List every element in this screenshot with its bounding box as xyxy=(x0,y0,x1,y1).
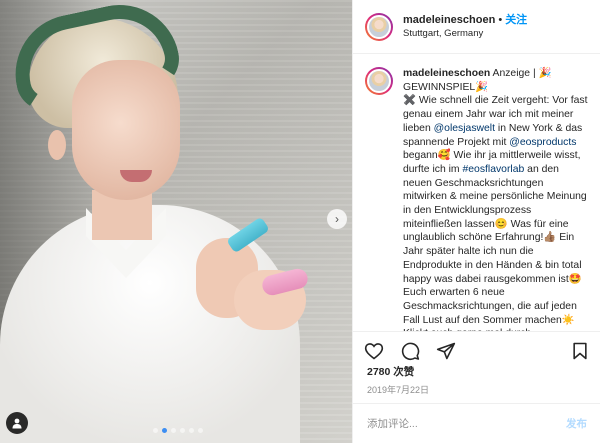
slide-dot xyxy=(153,428,158,433)
user-tag-button[interactable] xyxy=(6,412,28,434)
location-link[interactable]: Stuttgart, Germany xyxy=(403,27,527,41)
header-text: madeleineschoen • 关注 Stuttgart, Germany xyxy=(403,12,527,41)
slide-dot xyxy=(162,428,167,433)
comment-button[interactable] xyxy=(399,340,421,362)
mention-link[interactable]: @eosproducts xyxy=(509,137,576,148)
like-count[interactable]: 2780 次赞 xyxy=(367,364,414,379)
comment-icon xyxy=(401,342,420,360)
comment-bar: 发布 xyxy=(353,403,600,443)
share-icon xyxy=(436,342,456,359)
caption-avatar[interactable] xyxy=(365,67,393,95)
next-slide-button[interactable]: › xyxy=(327,209,347,229)
caption-username-link[interactable]: madeleineschoen xyxy=(403,68,490,79)
share-button[interactable] xyxy=(435,340,457,362)
header-top-line: madeleineschoen • 关注 xyxy=(403,12,527,27)
post-date: 2019年7月22日 xyxy=(367,385,430,395)
post-side-panel: madeleineschoen • 关注 Stuttgart, Germany ma… xyxy=(352,0,600,443)
slide-indicator xyxy=(153,428,203,433)
comment-input[interactable] xyxy=(367,417,537,430)
like-button[interactable] xyxy=(363,340,385,362)
mention-link[interactable]: #eosflavorlab xyxy=(462,164,524,175)
caption-body: Anzeige | 🎉 GEWINNSPIEL🎉 ✖️ Wie schnell d… xyxy=(403,68,587,331)
slide-dot xyxy=(171,428,176,433)
slide-dot xyxy=(198,428,203,433)
post-header: madeleineschoen • 关注 Stuttgart, Germany xyxy=(353,0,600,54)
user-tag-icon xyxy=(12,418,22,429)
follow-button[interactable]: 关注 xyxy=(505,14,527,26)
avatar-image xyxy=(367,14,391,39)
caption-text: madeleineschoen Anzeige | 🎉 GEWINNSPIEL🎉… xyxy=(403,67,589,331)
post-comment-button[interactable]: 发布 xyxy=(566,416,587,431)
username-link[interactable]: madeleineschoen xyxy=(403,14,495,26)
chevron-right-icon: › xyxy=(335,212,339,226)
caption-avatar-image xyxy=(367,69,391,93)
avatar[interactable] xyxy=(365,12,393,41)
photo-ear xyxy=(48,130,66,160)
caption-area: madeleineschoen Anzeige | 🎉 GEWINNSPIEL🎉… xyxy=(353,55,600,331)
slide-dot xyxy=(189,428,194,433)
heart-icon xyxy=(364,342,384,360)
post-photo[interactable]: › xyxy=(0,0,352,443)
save-button[interactable] xyxy=(569,340,591,362)
slide-dot xyxy=(180,428,185,433)
mention-link[interactable]: @olesjaswelt xyxy=(434,123,495,134)
bookmark-icon xyxy=(573,342,587,359)
header-separator: • xyxy=(498,14,503,26)
caption-segment: an den neuen Geschmacksrichtungen mitwir… xyxy=(403,163,587,331)
